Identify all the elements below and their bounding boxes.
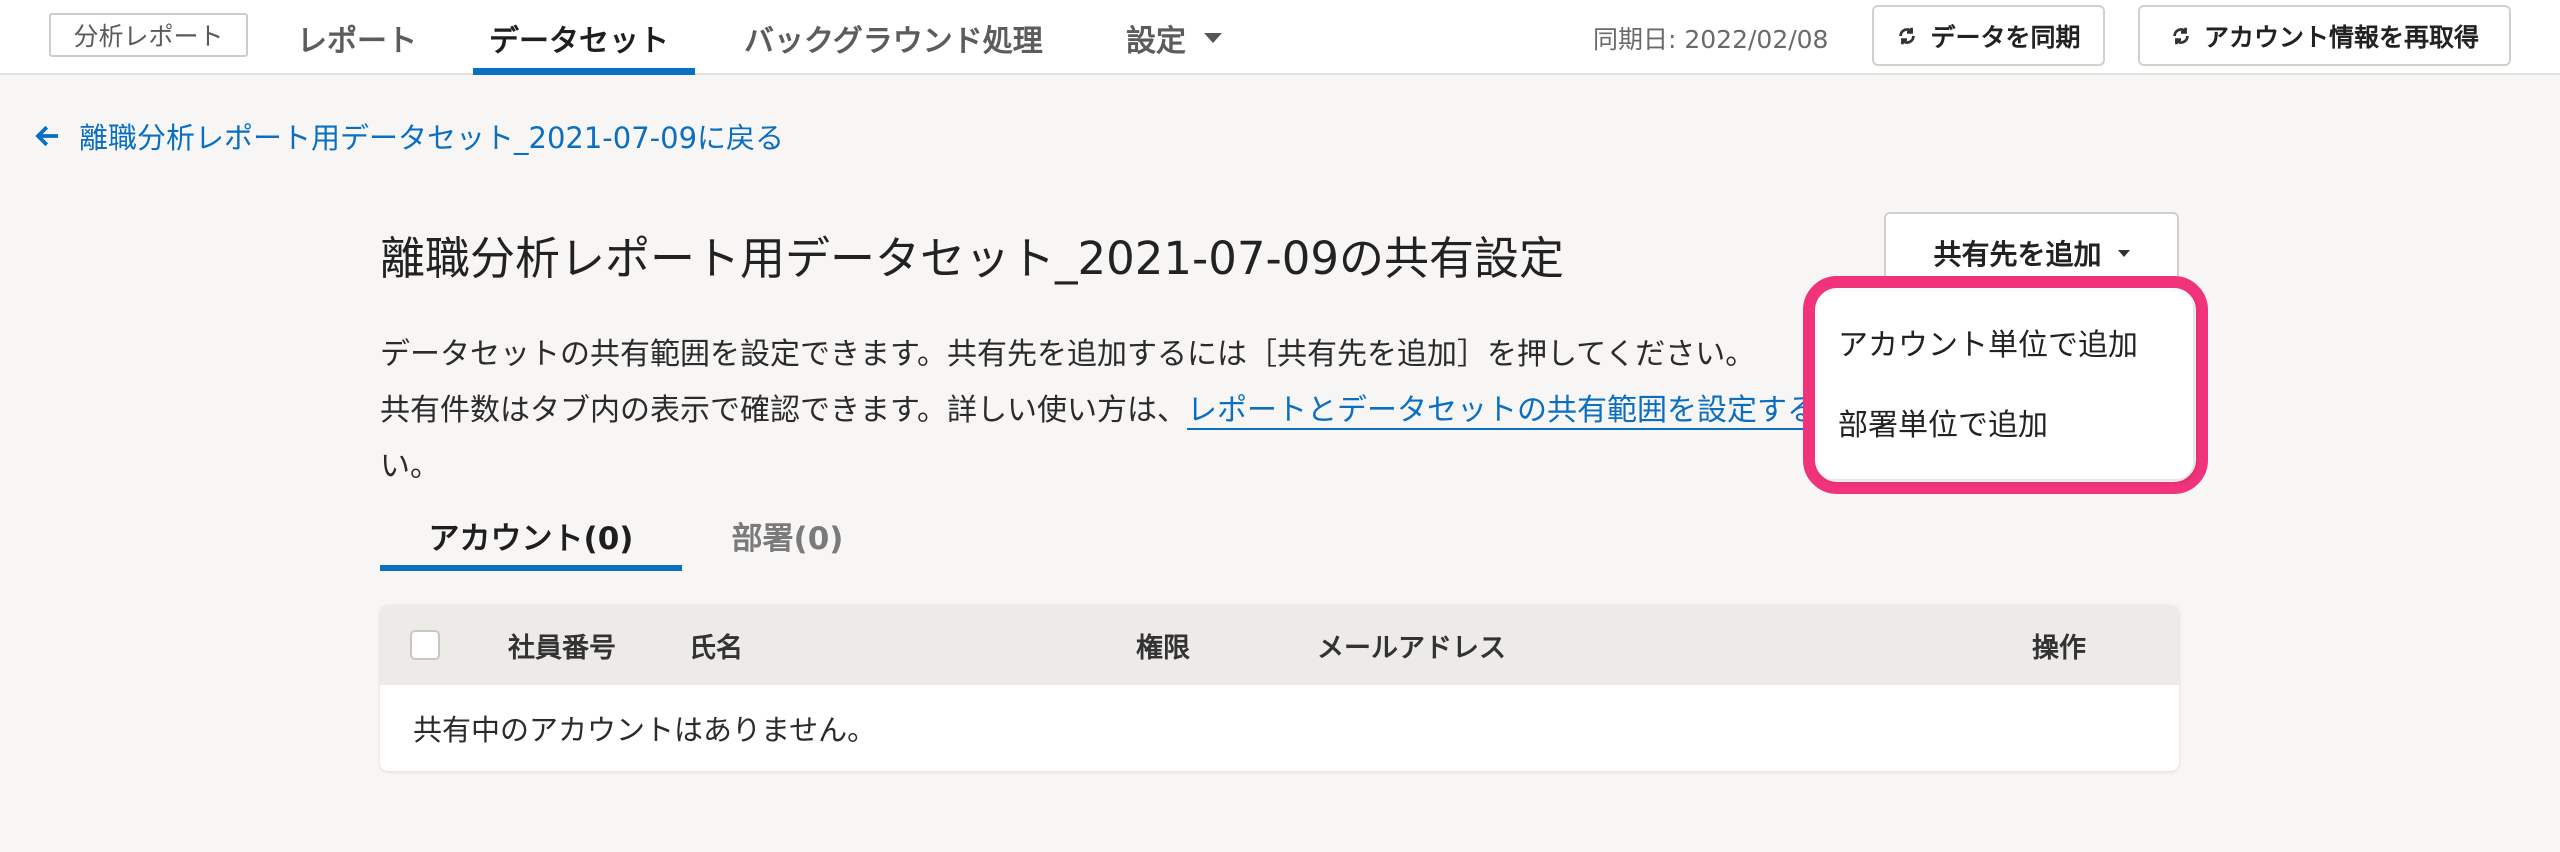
active-tab-indicator xyxy=(380,565,682,571)
description: データセットの共有範囲を設定できます。共有先を追加するには［共有先を追加］を押し… xyxy=(380,327,1820,495)
arrow-left-icon xyxy=(35,125,58,147)
menu-item-add-by-department[interactable]: 部署単位で追加 xyxy=(1838,392,2048,452)
refetch-account-button[interactable]: アカウント情報を再取得 xyxy=(2138,5,2511,66)
sync-data-button[interactable]: データを同期 xyxy=(1872,5,2105,66)
nav-settings-label: 設定 xyxy=(1126,23,1186,59)
description-line-1: データセットの共有範囲を設定できます。共有先を追加するには［共有先を追加］を押し… xyxy=(380,337,1756,372)
top-navigation-bar: 分析レポート レポート データセット バックグラウンド処理 設定 同期日: 20… xyxy=(0,0,2560,75)
shared-accounts-table: 社員番号 氏名 権限 メールアドレス 操作 共有中のアカウントはありません。 xyxy=(380,605,2179,771)
description-line-2: 共有件数はタブ内の表示で確認できます。詳しい使い方は、レポートとデータセットの共… xyxy=(380,383,1820,439)
tab-departments[interactable]: 部署(0) xyxy=(700,500,875,570)
table-header: 社員番号 氏名 権限 メールアドレス 操作 xyxy=(380,605,2179,685)
refresh-icon xyxy=(2173,27,2189,44)
sync-date-text: 同期日: 2022/02/08 xyxy=(1593,24,1829,54)
column-employee-number: 社員番号 xyxy=(508,632,616,664)
description-line-2-text: 共有件数はタブ内の表示で確認できます。詳しい使い方は、 xyxy=(380,393,1187,428)
refetch-account-label: アカウント情報を再取得 xyxy=(2203,22,2479,52)
select-all-checkbox[interactable] xyxy=(410,630,440,660)
back-link-label: 離職分析レポート用データセット_2021-07-09に戻る xyxy=(79,121,785,155)
app-name-badge[interactable]: 分析レポート xyxy=(49,13,248,57)
back-link[interactable]: 離職分析レポート用データセット_2021-07-09に戻る xyxy=(33,113,784,159)
refresh-icon xyxy=(1899,27,1916,44)
column-permission: 権限 xyxy=(1136,632,1190,664)
add-share-label: 共有先を追加 xyxy=(1933,238,2102,271)
tab-accounts[interactable]: アカウント(0) xyxy=(380,500,682,570)
nav-tab-datasets[interactable]: データセット xyxy=(489,0,669,75)
sync-data-label: データを同期 xyxy=(1930,22,2081,52)
description-line-3: い。 xyxy=(380,449,440,484)
empty-message: 共有中のアカウントはありません。 xyxy=(413,713,877,747)
nav-tab-settings[interactable]: 設定 xyxy=(1126,0,1222,75)
active-tab-indicator xyxy=(473,68,695,75)
help-link[interactable]: レポートとデータセットの共有範囲を設定する xyxy=(1187,393,1817,430)
column-email: メールアドレス xyxy=(1317,632,1506,664)
column-name: 氏名 xyxy=(689,632,743,664)
chevron-down-icon xyxy=(1204,32,1222,43)
menu-item-add-by-account[interactable]: アカウント単位で追加 xyxy=(1838,312,2138,372)
caret-down-icon xyxy=(2117,249,2130,257)
page-title: 離職分析レポート用データセット_2021-07-09の共有設定 xyxy=(380,232,1565,285)
nav-tab-background-jobs[interactable]: バックグラウンド処理 xyxy=(744,0,1043,75)
nav-tab-reports[interactable]: レポート xyxy=(297,0,417,75)
add-share-dropdown-menu: アカウント単位で追加 部署単位で追加 xyxy=(1818,291,2193,479)
column-actions: 操作 xyxy=(2032,632,2086,664)
